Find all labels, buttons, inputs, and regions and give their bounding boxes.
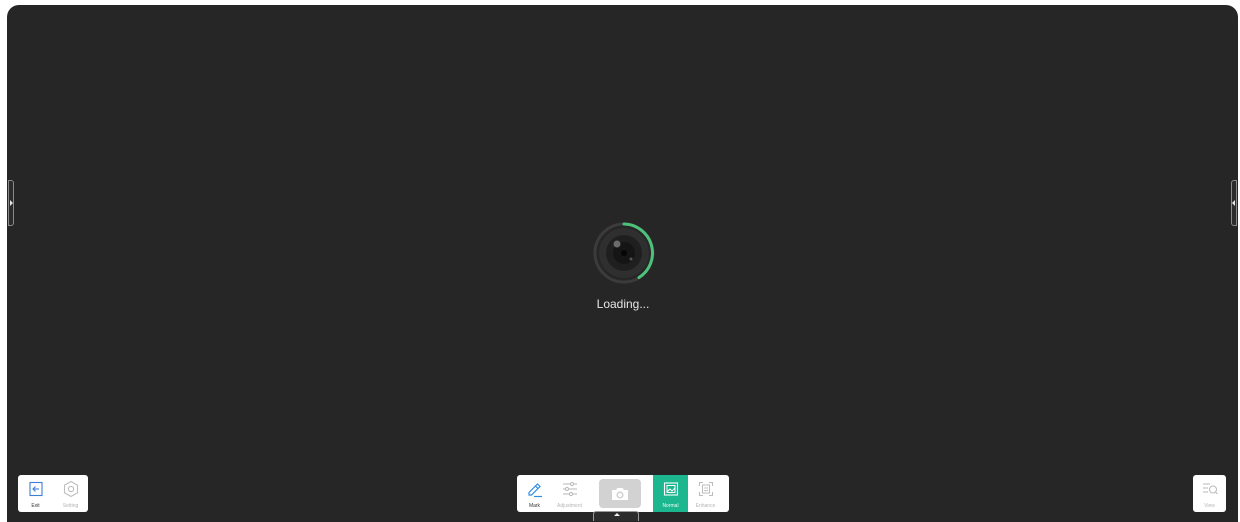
enhance-mode-button[interactable]: Enhance: [688, 475, 723, 512]
left-toolbar: Exit Setting: [18, 475, 88, 512]
shutter-container: [587, 475, 653, 512]
setting-label: Setting: [62, 503, 79, 509]
exit-label: Exit: [31, 503, 40, 509]
arrow-left-icon: [1232, 200, 1235, 206]
loading-text: Loading...: [596, 297, 650, 311]
right-toolbar: View: [1193, 475, 1226, 512]
left-panel-handle[interactable]: [8, 180, 14, 226]
bottom-panel-handle[interactable]: [593, 511, 639, 521]
camera-icon: [612, 487, 628, 500]
view-label: View: [1204, 503, 1215, 509]
right-panel-handle[interactable]: [1231, 180, 1237, 226]
enhance-icon: [698, 481, 713, 497]
adjustment-button[interactable]: Adjustment: [552, 475, 587, 512]
view-button[interactable]: View: [1193, 475, 1226, 512]
mark-button[interactable]: Mark: [517, 475, 552, 512]
adjustment-label: Adjustment: [556, 503, 582, 509]
view-icon: [1202, 483, 1218, 495]
enhance-label: Enhance: [695, 503, 716, 509]
sliders-icon: [562, 481, 577, 497]
capture-button[interactable]: [599, 479, 641, 508]
image-icon: [663, 482, 678, 496]
arrow-up-icon: [614, 513, 620, 516]
mark-label: Mark: [528, 503, 541, 509]
setting-button[interactable]: Setting: [53, 475, 88, 512]
normal-mode-button[interactable]: Normal: [653, 475, 688, 512]
capture-toolbar: Mark Adjustment Normal Enhance: [517, 475, 729, 512]
pencil-icon: [527, 483, 542, 498]
gear-icon: [63, 480, 78, 498]
exit-button[interactable]: Exit: [18, 475, 53, 512]
exit-icon: [28, 481, 43, 497]
loading-spinner-icon: [593, 222, 655, 284]
arrow-right-icon: [10, 200, 13, 206]
camera-preview-screen: Loading... Exit Setting Mark Adjustment …: [7, 5, 1238, 522]
normal-label: Normal: [662, 503, 679, 509]
